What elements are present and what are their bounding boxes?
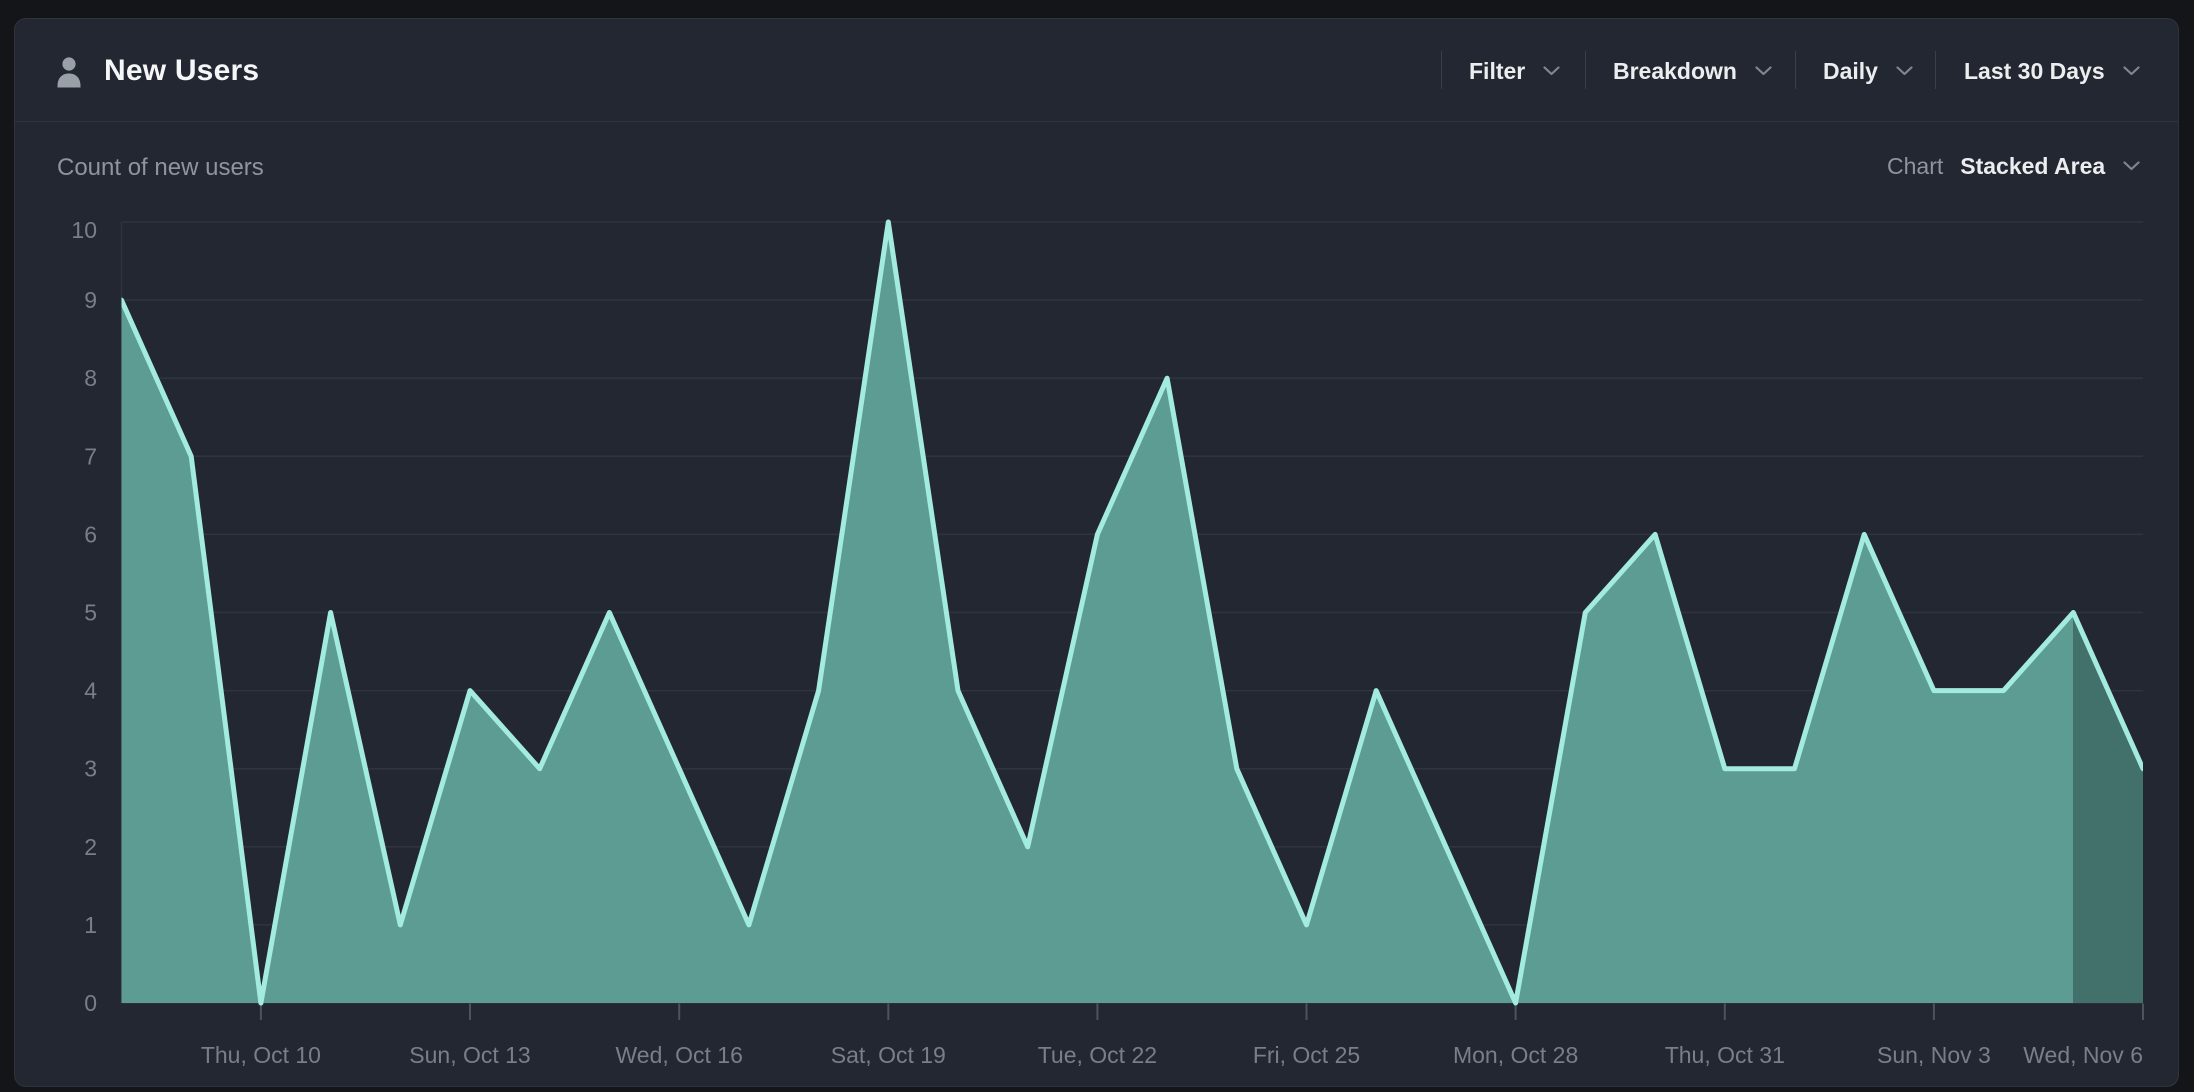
svg-text:Wed, Oct 16: Wed, Oct 16 [615, 1042, 742, 1068]
svg-text:5: 5 [84, 600, 97, 626]
svg-text:Mon, Oct 28: Mon, Oct 28 [1453, 1042, 1578, 1068]
svg-text:Thu, Oct 31: Thu, Oct 31 [1665, 1042, 1785, 1068]
svg-text:8: 8 [84, 365, 97, 391]
svg-text:4: 4 [84, 678, 97, 704]
svg-text:6: 6 [84, 521, 97, 547]
svg-text:Thu, Oct 10: Thu, Oct 10 [201, 1042, 321, 1068]
svg-text:Fri, Oct 25: Fri, Oct 25 [1253, 1042, 1360, 1068]
svg-text:0: 0 [84, 990, 97, 1016]
svg-text:1: 1 [84, 912, 97, 938]
svg-text:3: 3 [84, 756, 97, 782]
svg-text:Wed, Nov 6: Wed, Nov 6 [2023, 1042, 2143, 1068]
svg-text:Sat, Oct 19: Sat, Oct 19 [831, 1042, 946, 1068]
svg-text:Sun, Oct 13: Sun, Oct 13 [409, 1042, 530, 1068]
svg-text:2: 2 [84, 834, 97, 860]
svg-text:9: 9 [84, 287, 97, 313]
svg-text:10: 10 [71, 217, 97, 243]
svg-text:Tue, Oct 22: Tue, Oct 22 [1038, 1042, 1157, 1068]
svg-text:7: 7 [84, 443, 97, 469]
svg-text:Sun, Nov 3: Sun, Nov 3 [1877, 1042, 1991, 1068]
